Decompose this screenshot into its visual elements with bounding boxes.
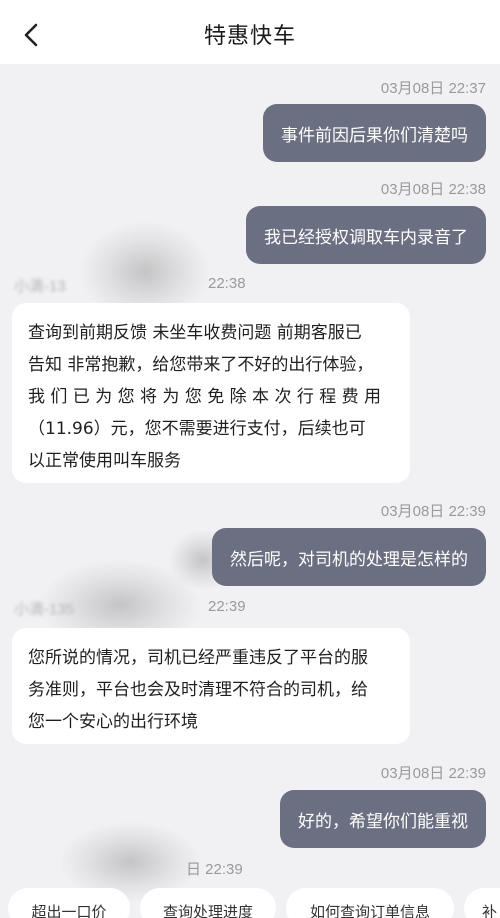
message-line: 务准则，平台也会及时清理不符合的司机，给: [28, 680, 368, 700]
quick-reply-chip[interactable]: 如何查询订单信息: [286, 888, 454, 918]
message-line: 我 们 已 为 您 将 为 您 免 除 本 次 行 程 费 用: [28, 387, 382, 407]
outgoing-message[interactable]: 然后呢，对司机的处理是怎样的: [212, 528, 486, 586]
incoming-message[interactable]: 查询到前期反馈 未坐车收费问题 前期客服已 告知 非常抱歉，给您带来了不好的出行…: [12, 303, 410, 483]
sender-name: 小滴-13: [14, 278, 66, 295]
message-timestamp: 03月08日 22:39: [380, 765, 486, 782]
quick-reply-bar: 超出一口价 查询处理进度 如何查询订单信息 补: [0, 884, 500, 918]
message-timestamp: 03月08日 22:38: [380, 181, 486, 198]
quick-reply-chip[interactable]: 补: [464, 888, 500, 918]
nav-header: 特惠快车: [0, 0, 500, 64]
outgoing-message[interactable]: 好的，希望你们能重视: [280, 790, 486, 848]
message-line: 告知 非常抱歉，给您带来了不好的出行体验，: [28, 355, 374, 375]
message-line: 查询到前期反馈 未坐车收费问题 前期客服已: [28, 323, 362, 343]
message-line: （11.96）元，您不需要进行支付，后续也可: [28, 419, 366, 439]
page-title: 特惠快车: [203, 24, 296, 49]
outgoing-message[interactable]: 我已经授权调取车内录音了: [246, 206, 486, 264]
message-timestamp: 日 22:39: [186, 861, 243, 878]
quick-reply-chip[interactable]: 查询处理进度: [140, 888, 276, 918]
sender-name: 小滴-135: [14, 601, 75, 618]
outgoing-message[interactable]: 事件前因后果你们清楚吗: [263, 104, 486, 162]
message-line: 以正常使用叫车服务: [28, 451, 181, 471]
message-timestamp: 22:38: [208, 275, 246, 292]
message-line: 您所说的情况，司机已经严重违反了平台的服: [28, 648, 368, 668]
message-timestamp: 22:39: [208, 598, 246, 615]
message-timestamp: 03月08日 22:39: [380, 503, 486, 520]
incoming-message[interactable]: 您所说的情况，司机已经严重违反了平台的服 务准则，平台也会及时清理不符合的司机，…: [12, 628, 410, 744]
message-line: 您一个安心的出行环境: [28, 712, 198, 732]
quick-reply-chip[interactable]: 超出一口价: [8, 888, 130, 918]
message-timestamp: 03月08日 22:37: [380, 80, 486, 97]
